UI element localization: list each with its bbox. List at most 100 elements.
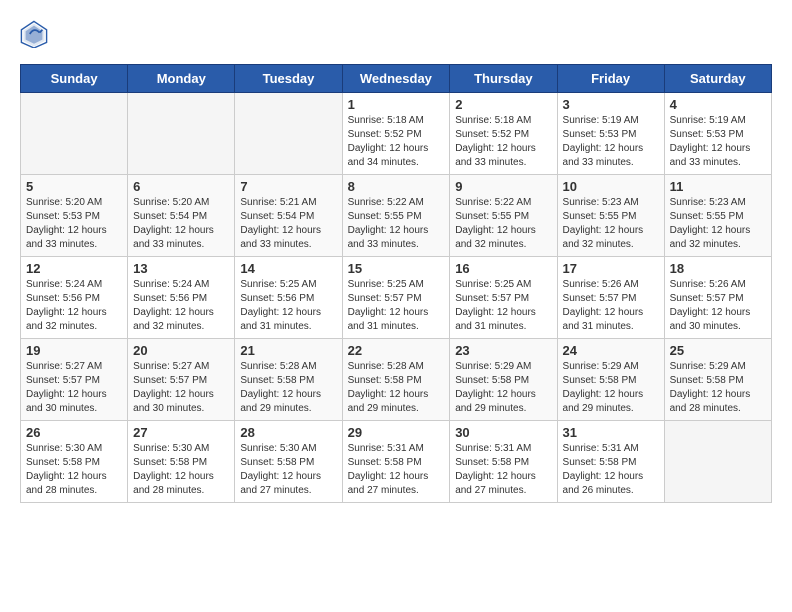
calendar-cell: 10 Sunrise: 5:23 AM Sunset: 5:55 PM Dayli… — [557, 175, 664, 257]
day-number: 25 — [670, 343, 766, 358]
weekday-header: Wednesday — [342, 65, 450, 93]
day-info: Sunrise: 5:31 AM Sunset: 5:58 PM Dayligh… — [348, 442, 445, 498]
calendar-cell: 6 Sunrise: 5:20 AM Sunset: 5:54 PM Daylig… — [128, 175, 235, 257]
calendar-cell: 2Sunrise: 5:18 AM Sunset: 5:52 PM Daylig… — [450, 93, 557, 175]
day-info: Sunrise: 5:26 AM Sunset: 5:57 PM Dayligh… — [563, 278, 659, 334]
calendar-cell: 16Sunrise: 5:25 AM Sunset: 5:57 PM Dayli… — [450, 257, 557, 339]
calendar-week-row: 19 Sunrise: 5:27 AM Sunset: 5:57 PM Dayli… — [21, 339, 772, 421]
day-info: Sunrise: 5:19 AM Sunset: 5:53 PM Dayligh… — [563, 114, 659, 170]
calendar-cell: 23Sunrise: 5:29 AM Sunset: 5:58 PM Dayli… — [450, 339, 557, 421]
page-header — [20, 20, 772, 48]
day-number: 30 — [455, 425, 551, 440]
day-number: 16 — [455, 261, 551, 276]
weekday-header: Tuesday — [235, 65, 342, 93]
calendar-cell: 17 Sunrise: 5:26 AM Sunset: 5:57 PM Dayli… — [557, 257, 664, 339]
calendar-cell: 25Sunrise: 5:29 AM Sunset: 5:58 PM Dayli… — [664, 339, 771, 421]
calendar-table: SundayMondayTuesdayWednesdayThursdayFrid… — [20, 64, 772, 503]
calendar-cell: 22 Sunrise: 5:28 AM Sunset: 5:58 PM Dayli… — [342, 339, 450, 421]
day-info: Sunrise: 5:29 AM Sunset: 5:58 PM Dayligh… — [455, 360, 551, 416]
day-number: 8 — [348, 179, 445, 194]
day-number: 13 — [133, 261, 229, 276]
day-info: Sunrise: 5:26 AM Sunset: 5:57 PM Dayligh… — [670, 278, 766, 334]
day-number: 4 — [670, 97, 766, 112]
calendar-cell: 28 Sunrise: 5:30 AM Sunset: 5:58 PM Dayli… — [235, 421, 342, 503]
day-info: Sunrise: 5:28 AM Sunset: 5:58 PM Dayligh… — [240, 360, 336, 416]
logo-icon — [20, 20, 48, 48]
day-number: 18 — [670, 261, 766, 276]
weekday-header: Thursday — [450, 65, 557, 93]
day-number: 5 — [26, 179, 122, 194]
calendar-cell: 4 Sunrise: 5:19 AM Sunset: 5:53 PM Daylig… — [664, 93, 771, 175]
calendar-header-row: SundayMondayTuesdayWednesdayThursdayFrid… — [21, 65, 772, 93]
day-info: Sunrise: 5:29 AM Sunset: 5:58 PM Dayligh… — [563, 360, 659, 416]
calendar-cell: 18 Sunrise: 5:26 AM Sunset: 5:57 PM Dayli… — [664, 257, 771, 339]
calendar-cell — [235, 93, 342, 175]
calendar-cell: 3Sunrise: 5:19 AM Sunset: 5:53 PM Daylig… — [557, 93, 664, 175]
day-info: Sunrise: 5:18 AM Sunset: 5:52 PM Dayligh… — [348, 114, 445, 170]
day-info: Sunrise: 5:24 AM Sunset: 5:56 PM Dayligh… — [26, 278, 122, 334]
day-info: Sunrise: 5:31 AM Sunset: 5:58 PM Dayligh… — [455, 442, 551, 498]
calendar-cell: 9 Sunrise: 5:22 AM Sunset: 5:55 PM Daylig… — [450, 175, 557, 257]
calendar-cell: 14Sunrise: 5:25 AM Sunset: 5:56 PM Dayli… — [235, 257, 342, 339]
day-info: Sunrise: 5:30 AM Sunset: 5:58 PM Dayligh… — [133, 442, 229, 498]
calendar-cell: 21 Sunrise: 5:28 AM Sunset: 5:58 PM Dayli… — [235, 339, 342, 421]
day-info: Sunrise: 5:24 AM Sunset: 5:56 PM Dayligh… — [133, 278, 229, 334]
day-info: Sunrise: 5:19 AM Sunset: 5:53 PM Dayligh… — [670, 114, 766, 170]
day-number: 1 — [348, 97, 445, 112]
day-info: Sunrise: 5:22 AM Sunset: 5:55 PM Dayligh… — [455, 196, 551, 252]
calendar-week-row: 26 Sunrise: 5:30 AM Sunset: 5:58 PM Dayli… — [21, 421, 772, 503]
calendar-cell: 11 Sunrise: 5:23 AM Sunset: 5:55 PM Dayli… — [664, 175, 771, 257]
calendar-cell — [664, 421, 771, 503]
day-info: Sunrise: 5:23 AM Sunset: 5:55 PM Dayligh… — [563, 196, 659, 252]
day-number: 22 — [348, 343, 445, 358]
weekday-header: Friday — [557, 65, 664, 93]
calendar-cell: 26 Sunrise: 5:30 AM Sunset: 5:58 PM Dayli… — [21, 421, 128, 503]
calendar-cell: 5 Sunrise: 5:20 AM Sunset: 5:53 PM Daylig… — [21, 175, 128, 257]
calendar-cell — [128, 93, 235, 175]
day-info: Sunrise: 5:30 AM Sunset: 5:58 PM Dayligh… — [26, 442, 122, 498]
day-number: 12 — [26, 261, 122, 276]
day-number: 27 — [133, 425, 229, 440]
day-number: 20 — [133, 343, 229, 358]
day-info: Sunrise: 5:21 AM Sunset: 5:54 PM Dayligh… — [240, 196, 336, 252]
calendar-cell: 13 Sunrise: 5:24 AM Sunset: 5:56 PM Dayli… — [128, 257, 235, 339]
day-number: 9 — [455, 179, 551, 194]
day-info: Sunrise: 5:27 AM Sunset: 5:57 PM Dayligh… — [133, 360, 229, 416]
calendar-cell: 27 Sunrise: 5:30 AM Sunset: 5:58 PM Dayli… — [128, 421, 235, 503]
day-info: Sunrise: 5:30 AM Sunset: 5:58 PM Dayligh… — [240, 442, 336, 498]
day-info: Sunrise: 5:23 AM Sunset: 5:55 PM Dayligh… — [670, 196, 766, 252]
day-info: Sunrise: 5:18 AM Sunset: 5:52 PM Dayligh… — [455, 114, 551, 170]
weekday-header: Sunday — [21, 65, 128, 93]
day-info: Sunrise: 5:20 AM Sunset: 5:54 PM Dayligh… — [133, 196, 229, 252]
calendar-cell: 12 Sunrise: 5:24 AM Sunset: 5:56 PM Dayli… — [21, 257, 128, 339]
calendar-cell: 30 Sunrise: 5:31 AM Sunset: 5:58 PM Dayli… — [450, 421, 557, 503]
day-number: 11 — [670, 179, 766, 194]
calendar-week-row: 12 Sunrise: 5:24 AM Sunset: 5:56 PM Dayli… — [21, 257, 772, 339]
day-number: 29 — [348, 425, 445, 440]
day-number: 17 — [563, 261, 659, 276]
day-number: 21 — [240, 343, 336, 358]
day-number: 19 — [26, 343, 122, 358]
day-number: 15 — [348, 261, 445, 276]
day-number: 28 — [240, 425, 336, 440]
calendar-cell: 24 Sunrise: 5:29 AM Sunset: 5:58 PM Dayli… — [557, 339, 664, 421]
day-number: 31 — [563, 425, 659, 440]
day-info: Sunrise: 5:22 AM Sunset: 5:55 PM Dayligh… — [348, 196, 445, 252]
calendar-cell: 8 Sunrise: 5:22 AM Sunset: 5:55 PM Daylig… — [342, 175, 450, 257]
day-number: 7 — [240, 179, 336, 194]
day-info: Sunrise: 5:25 AM Sunset: 5:56 PM Dayligh… — [240, 278, 336, 334]
day-info: Sunrise: 5:25 AM Sunset: 5:57 PM Dayligh… — [348, 278, 445, 334]
calendar-cell: 20 Sunrise: 5:27 AM Sunset: 5:57 PM Dayli… — [128, 339, 235, 421]
day-info: Sunrise: 5:20 AM Sunset: 5:53 PM Dayligh… — [26, 196, 122, 252]
weekday-header: Saturday — [664, 65, 771, 93]
day-number: 6 — [133, 179, 229, 194]
day-info: Sunrise: 5:28 AM Sunset: 5:58 PM Dayligh… — [348, 360, 445, 416]
calendar-cell: 7 Sunrise: 5:21 AM Sunset: 5:54 PM Daylig… — [235, 175, 342, 257]
calendar-cell — [21, 93, 128, 175]
day-number: 10 — [563, 179, 659, 194]
day-number: 26 — [26, 425, 122, 440]
calendar-cell: 29 Sunrise: 5:31 AM Sunset: 5:58 PM Dayli… — [342, 421, 450, 503]
calendar-cell: 19Sunrise: 5:27 AM Sunset: 5:57 PM Dayli… — [21, 339, 128, 421]
weekday-header: Monday — [128, 65, 235, 93]
day-number: 24 — [563, 343, 659, 358]
